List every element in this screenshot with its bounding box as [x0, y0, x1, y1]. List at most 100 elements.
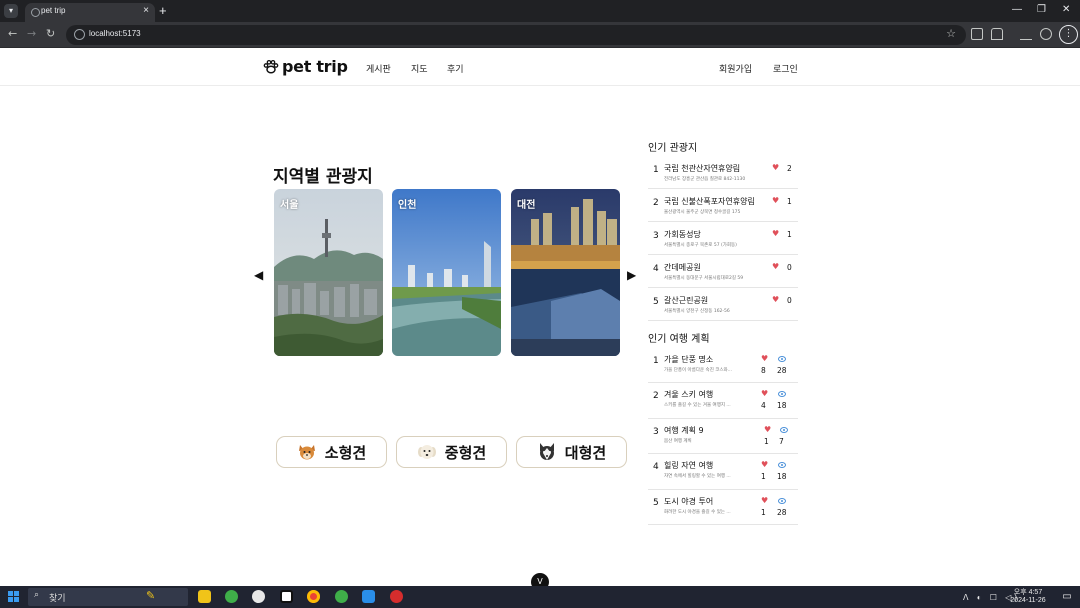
tab-title: pet trip: [41, 6, 66, 15]
plan-name: 가을 단풍 명소: [664, 355, 714, 364]
heart-icon[interactable]: ♥: [772, 262, 779, 271]
clock-date[interactable]: 2024-11-26: [1004, 597, 1052, 604]
heart-icon[interactable]: ♥: [772, 196, 779, 205]
view-count: 28: [777, 508, 787, 517]
like-count: 1: [787, 197, 792, 206]
app-icon-globe[interactable]: [252, 590, 265, 603]
eye-icon: [778, 356, 786, 362]
spot-item[interactable]: 2 국립 신불산폭포자연휴양림 울산광역시 울주군 상북면 청수골길 175 ♥…: [648, 189, 798, 222]
plan-desc: 자연 속에서 힐링할 수 있는 여행 ...: [664, 474, 731, 479]
heart-icon[interactable]: ♥: [764, 425, 771, 434]
plan-item[interactable]: 1 가을 단풍 명소 가을 단풍이 아름다운 숙진 코스와... ♥ 8 28: [648, 348, 798, 383]
carousel-prev-button[interactable]: ◀: [254, 268, 263, 282]
minimize-button[interactable]: —: [1012, 4, 1022, 15]
app-icon-green[interactable]: [225, 590, 238, 603]
region-card-incheon[interactable]: 인천: [392, 189, 501, 356]
vscode-icon[interactable]: [362, 590, 375, 603]
notion-icon[interactable]: [280, 590, 293, 603]
heart-icon[interactable]: ♥: [761, 354, 768, 363]
size-label: 대형견: [564, 443, 607, 462]
rank-number: 5: [653, 498, 659, 508]
spot-name: 국립 천관산자연휴양림: [664, 164, 741, 173]
heart-icon[interactable]: ♥: [761, 460, 768, 469]
spot-item[interactable]: 3 가회동성당 서울특별시 종로구 북촌로 57 (가회동) ♥ 1: [648, 222, 798, 255]
carousel-next-button[interactable]: ▶: [627, 268, 636, 282]
nav-map[interactable]: 지도: [411, 62, 428, 75]
app-icon-green-2[interactable]: [335, 590, 348, 603]
medium-dog-button[interactable]: 중형견: [396, 436, 507, 468]
logo[interactable]: pet trip: [263, 57, 348, 76]
file-explorer-icon[interactable]: [198, 590, 211, 603]
restore-button[interactable]: ❐: [1037, 4, 1046, 15]
view-count: 18: [777, 401, 787, 410]
url-text[interactable]: localhost:5173: [89, 29, 141, 38]
address-bar[interactable]: localhost:5173 ☆: [66, 25, 966, 45]
windows-start-icon[interactable]: [8, 591, 19, 602]
plan-desc: 화려한 도시 야경을 즐길 수 있는 ...: [664, 510, 731, 515]
spot-address: 울산광역시 울주군 상북면 청수골길 175: [664, 210, 741, 215]
plan-item[interactable]: 5 도시 야경 투어 화려한 도시 야경을 즐길 수 있는 ... ♥ 1 28: [648, 490, 798, 525]
plan-desc: 스키를 즐길 수 있는 겨울 여행지 ...: [664, 403, 731, 408]
cast-icon[interactable]: [971, 28, 983, 40]
eye-icon: [778, 462, 786, 468]
notification-icon[interactable]: ▭: [1060, 591, 1074, 602]
small-dog-button[interactable]: 소형견: [276, 436, 387, 468]
tab-close-button[interactable]: ×: [143, 5, 149, 16]
new-tab-button[interactable]: +: [159, 3, 167, 18]
view-count: 28: [777, 366, 787, 375]
plan-item[interactable]: 4 힐링 자연 여행 자연 속에서 힐링할 수 있는 여행 ... ♥ 1 18: [648, 454, 798, 490]
seoul-photo: [274, 189, 383, 356]
bookmark-star-icon[interactable]: ☆: [946, 27, 956, 40]
login-link[interactable]: 로그인: [773, 62, 798, 75]
download-icon[interactable]: [1020, 28, 1032, 40]
reload-button[interactable]: ↻: [46, 27, 55, 40]
browser-toolbar: ← → ↻ localhost:5173 ☆ ⋮: [0, 22, 1080, 48]
heart-icon[interactable]: ♥: [761, 389, 768, 398]
profile-icon[interactable]: [1040, 28, 1052, 40]
like-count: 1: [761, 472, 766, 481]
popular-plans-title: 인기 여행 계획: [648, 334, 710, 345]
taskbar-search[interactable]: ⌕ 찾기 ✎: [28, 588, 188, 606]
extensions-icon[interactable]: [991, 28, 1003, 40]
close-window-button[interactable]: ✕: [1062, 4, 1070, 15]
tab-favicon-icon: [31, 8, 40, 17]
incheon-photo: [392, 189, 501, 356]
like-count: 1: [761, 508, 766, 517]
large-dog-icon: [539, 443, 554, 460]
signup-link[interactable]: 회원가입: [719, 62, 752, 75]
plan-item[interactable]: 3 여행 계획 9 봄산 여행 계획 ♥ 1 7: [648, 419, 798, 454]
large-dog-button[interactable]: 대형견: [516, 436, 627, 468]
spot-item[interactable]: 4 간데메공원 서울특별시 동대문구 서울시립대로2길 59 ♥ 0: [648, 255, 798, 288]
search-placeholder: 찾기: [49, 594, 66, 604]
heart-icon[interactable]: ♥: [772, 295, 779, 304]
forward-button[interactable]: →: [27, 27, 36, 40]
rank-number: 2: [653, 198, 659, 208]
back-button[interactable]: ←: [8, 27, 17, 40]
spot-name: 가회동성당: [664, 230, 701, 239]
plan-item[interactable]: 2 겨울 스키 여행 스키를 즐길 수 있는 겨울 여행지 ... ♥ 4 18: [648, 383, 798, 419]
nav-reviews[interactable]: 후기: [447, 62, 464, 75]
rank-number: 4: [653, 462, 659, 472]
site-info-icon[interactable]: [74, 29, 85, 40]
daejeon-photo: [511, 189, 620, 356]
browser-tab[interactable]: pet trip ×: [25, 3, 155, 22]
view-count: 18: [777, 472, 787, 481]
browser-menu-button[interactable]: ⋮: [1059, 25, 1078, 44]
region-card-daejeon[interactable]: 대전: [511, 189, 620, 356]
spot-item[interactable]: 5 갈산근린공원 서울특별시 양천구 신정동 162-56 ♥ 0: [648, 288, 798, 321]
tab-search-button[interactable]: ▾: [4, 4, 18, 18]
clock-time[interactable]: 오후 4:57: [1004, 587, 1052, 597]
nav-board[interactable]: 게시판: [366, 62, 391, 75]
plan-desc: 가을 단풍이 아름다운 숙진 코스와...: [664, 368, 732, 373]
heart-icon[interactable]: ♥: [772, 163, 779, 172]
heart-icon[interactable]: ♥: [772, 229, 779, 238]
plan-name: 힐링 자연 여행: [664, 461, 714, 470]
eye-icon: [778, 391, 786, 397]
like-count: 8: [761, 366, 766, 375]
app-icon-red[interactable]: [390, 590, 403, 603]
chrome-icon[interactable]: [307, 590, 320, 603]
spot-item[interactable]: 1 국립 천관산자연휴양림 전라남도 장흥군 관산읍 칠관로 842-1130 …: [648, 156, 798, 189]
region-card-seoul[interactable]: 서울: [274, 189, 383, 356]
medium-dog-icon: [417, 445, 436, 459]
heart-icon[interactable]: ♥: [761, 496, 768, 505]
